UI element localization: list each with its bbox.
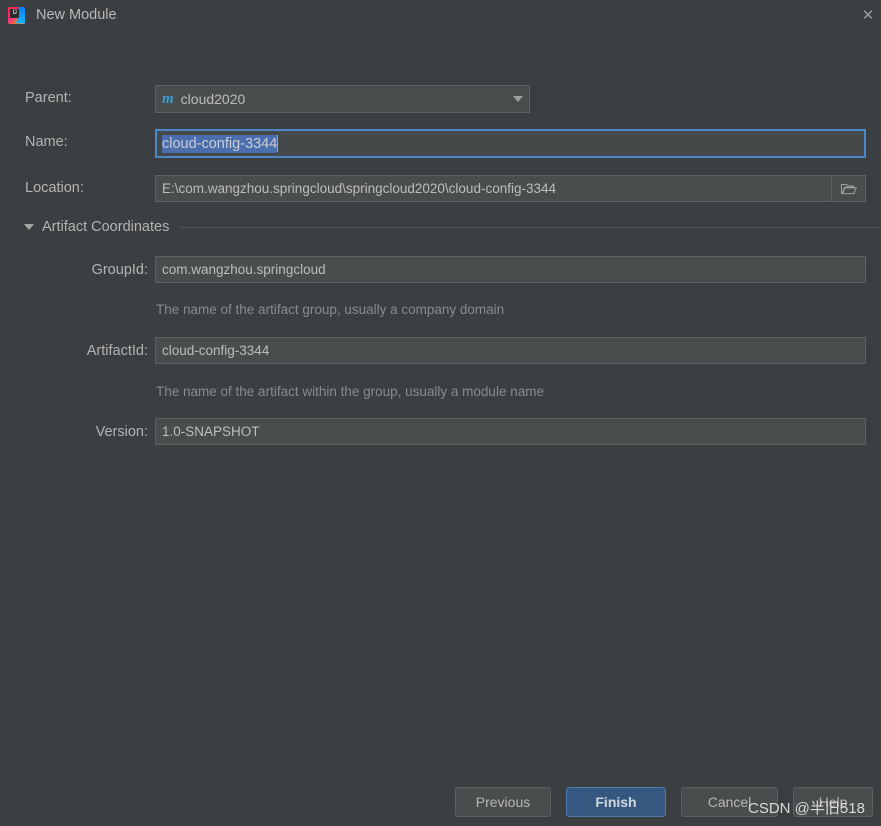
parent-value: cloud2020 [180,91,246,107]
artifact-coordinates-section-header[interactable]: Artifact Coordinates [24,219,881,235]
parent-label: Parent: [25,90,72,106]
previous-button[interactable]: Previous [455,787,551,817]
name-input-value: cloud-config-3344 [162,134,278,153]
text-caret [277,135,279,152]
dialog-title: New Module [36,7,117,23]
dialog-footer: Previous Finish Cancel Help CSDN @半旧518 [0,778,881,826]
artifact-id-input[interactable]: cloud-config-3344 [155,337,866,364]
artifact-id-label: ArtifactId: [86,343,148,359]
version-label: Version: [95,424,148,440]
artifact-id-hint: The name of the artifact within the grou… [156,384,544,399]
folder-icon [840,184,857,195]
cancel-button[interactable]: Cancel [681,787,778,817]
intellij-idea-logo-icon: IJ [8,6,25,24]
version-input[interactable]: 1.0-SNAPSHOT [155,418,866,445]
group-id-input[interactable]: com.wangzhou.springcloud [155,256,866,283]
help-button[interactable]: Help [793,787,873,817]
group-id-value: com.wangzhou.springcloud [162,262,326,277]
browse-folder-button[interactable] [831,176,865,201]
name-input[interactable]: cloud-config-3344 [155,129,866,158]
artifact-coordinates-label: Artifact Coordinates [42,219,170,235]
close-icon[interactable]: ✕ [855,0,881,30]
triangle-down-icon[interactable] [24,224,34,230]
version-value: 1.0-SNAPSHOT [162,424,260,439]
artifact-id-value: cloud-config-3344 [162,343,270,358]
name-label: Name: [25,134,68,150]
location-input[interactable]: E:\com.wangzhou.springcloud\springcloud2… [155,175,866,202]
location-label: Location: [25,180,84,196]
parent-combobox[interactable]: m cloud2020 [155,85,530,113]
maven-module-icon: m [162,90,174,107]
section-divider [179,226,881,228]
group-id-hint: The name of the artifact group, usually … [156,302,505,317]
location-input-value: E:\com.wangzhou.springcloud\springcloud2… [162,181,556,196]
dialog-titlebar: IJ New Module ✕ [0,0,881,30]
chevron-down-icon[interactable] [513,96,523,102]
finish-button[interactable]: Finish [566,787,666,817]
group-id-label: GroupId: [91,262,148,278]
